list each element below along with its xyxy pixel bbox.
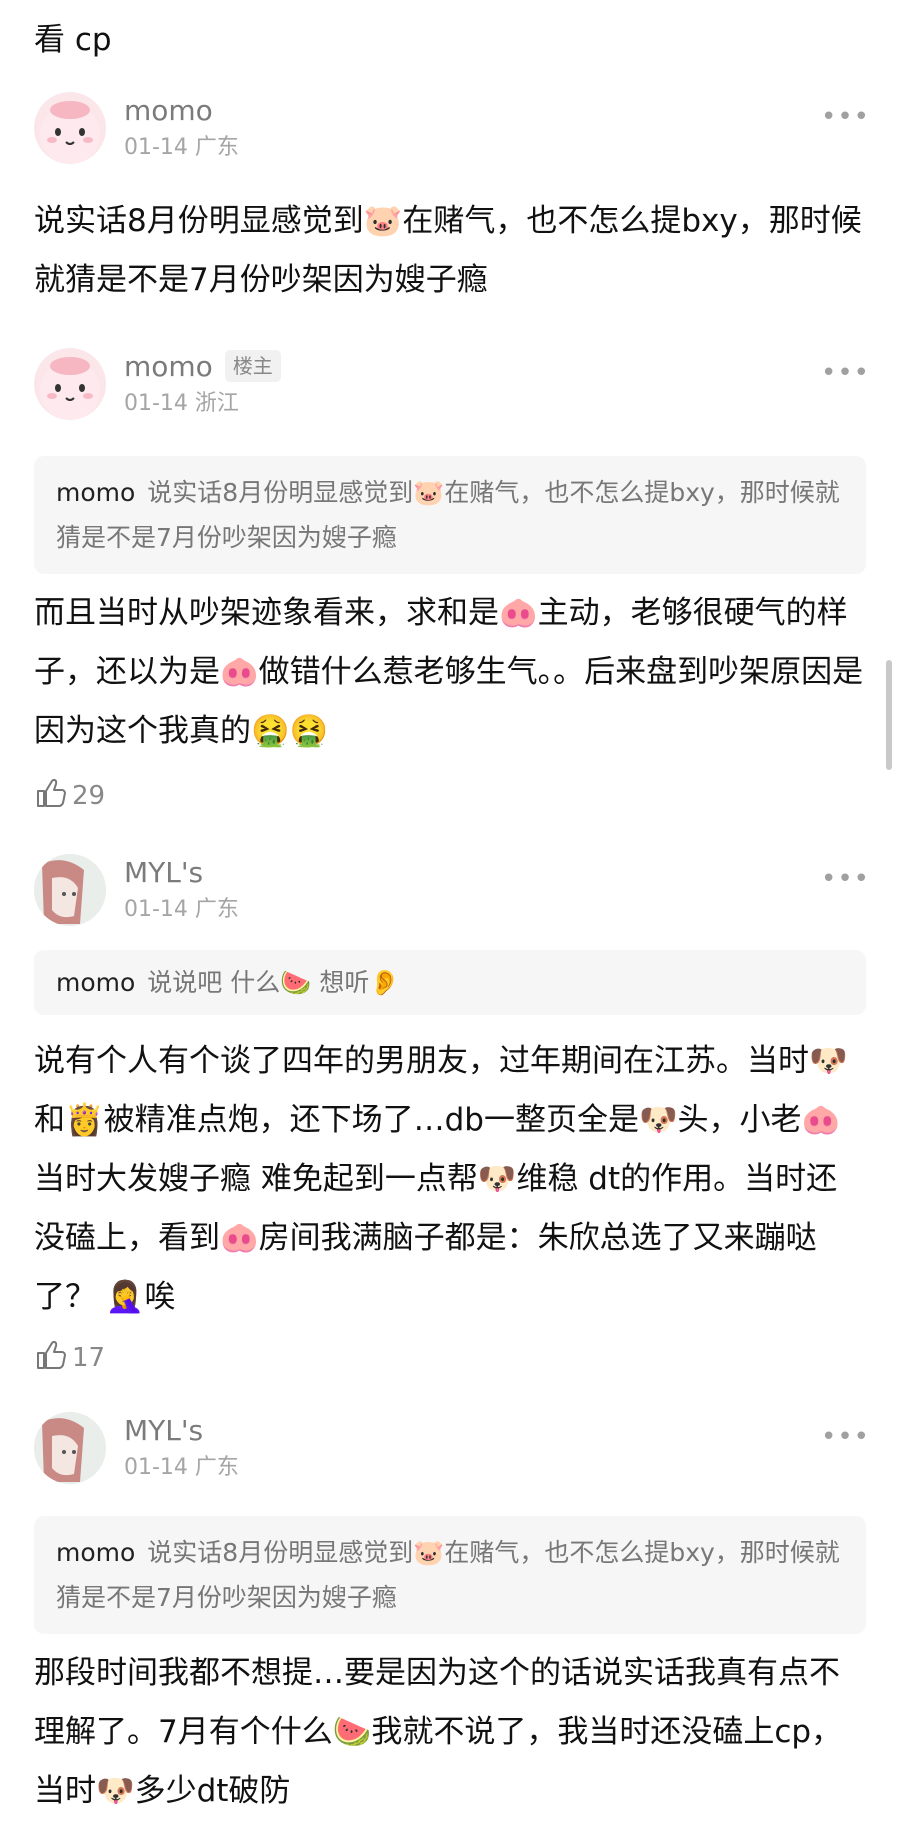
username[interactable]: momo: [124, 350, 213, 383]
more-dots-icon[interactable]: •••: [821, 864, 870, 894]
previous-comment-tail: 看 cp: [34, 22, 112, 58]
comment-body: 那段时间我都不想提…要是因为这个的话说实话我真有点不理解了。7月有个什么🍉我就不…: [34, 1655, 843, 1809]
like-button[interactable]: 17: [34, 1338, 105, 1376]
quoted-text: 说实话8月份明显感觉到🐷在赌气，也不怎么提bxy，那时候就猜是不是7月份吵架因为…: [56, 1538, 840, 1612]
username-row: momo 楼主: [124, 350, 281, 384]
avatar[interactable]: [34, 1412, 106, 1484]
comment-meta: 01-14 广东: [124, 897, 239, 922]
quoted-user: momo: [56, 478, 136, 507]
comment-meta: 01-14 广东: [124, 1455, 239, 1480]
username[interactable]: MYL's: [124, 1414, 203, 1448]
username[interactable]: MYL's: [124, 856, 203, 890]
like-count: 17: [72, 1343, 106, 1373]
thumbs-up-icon: [37, 1341, 66, 1369]
scrollbar[interactable]: [886, 660, 892, 770]
comment-body: 说实话8月份明显感觉到🐷在赌气，也不怎么提bxy，那时候就猜是不是7月份吵架因为…: [34, 203, 862, 298]
more-dots-icon[interactable]: •••: [821, 1422, 870, 1452]
like-button[interactable]: 29: [34, 776, 105, 814]
more-dots-icon[interactable]: •••: [821, 102, 870, 132]
comment-meta: 01-14 广东: [124, 135, 239, 160]
quoted-reply[interactable]: momo 说实话8月份明显感觉到🐷在赌气，也不怎么提bxy，那时候就猜是不是7月份…: [34, 1516, 866, 1634]
more-dots-icon[interactable]: •••: [821, 358, 870, 388]
op-badge: 楼主: [224, 350, 281, 382]
quoted-text: 说说吧 什么🍉 想听👂: [147, 968, 401, 997]
avatar[interactable]: [34, 854, 106, 926]
quoted-text: 说实话8月份明显感觉到🐷在赌气，也不怎么提bxy，那时候就猜是不是7月份吵架因为…: [56, 478, 840, 552]
thumbs-up-icon: [37, 779, 66, 807]
comment-body: 说有个人有个谈了四年的男朋友，过年期间在江苏。当时🐶和👸被精准点炮，还下场了…d…: [34, 1043, 848, 1315]
quoted-reply[interactable]: momo 说实话8月份明显感觉到🐷在赌气，也不怎么提bxy，那时候就猜是不是7月份…: [34, 456, 866, 574]
quoted-user: momo: [56, 968, 136, 997]
avatar[interactable]: [34, 92, 106, 164]
avatar[interactable]: [34, 348, 106, 420]
quoted-reply[interactable]: momo 说说吧 什么🍉 想听👂: [34, 950, 866, 1015]
username[interactable]: momo: [124, 94, 213, 128]
comment-body: 而且当时从吵架迹象看来，求和是🐽主动，老够很硬气的样子，还以为是🐽做错什么惹老够…: [34, 595, 864, 749]
quoted-user: momo: [56, 1538, 136, 1567]
comment-meta: 01-14 浙江: [124, 391, 239, 416]
like-count: 29: [72, 781, 106, 811]
